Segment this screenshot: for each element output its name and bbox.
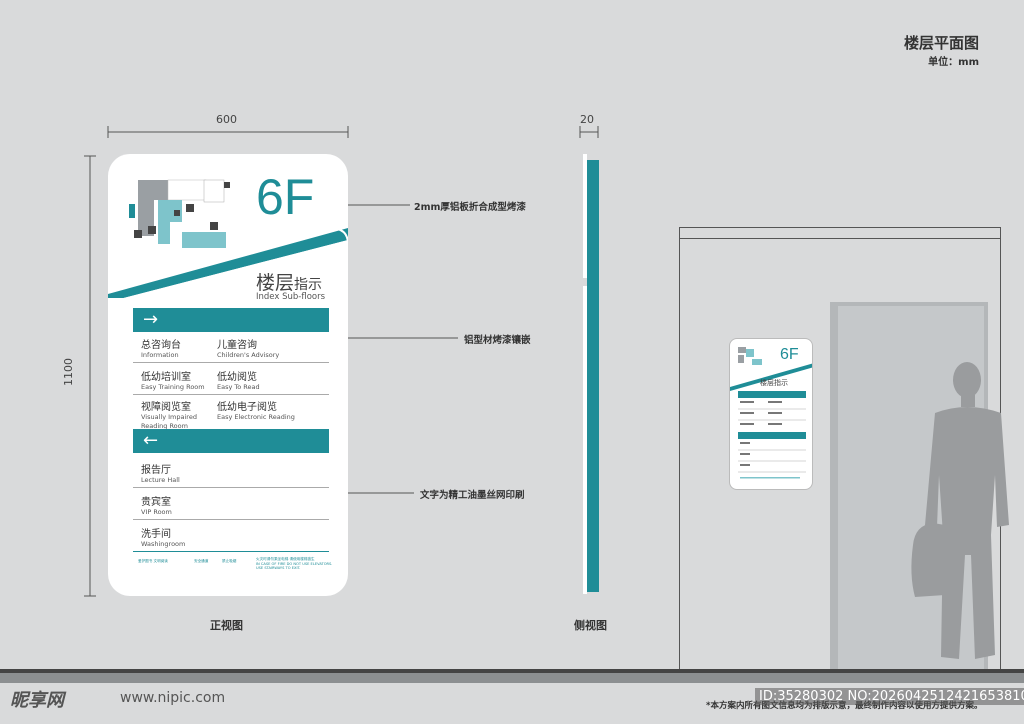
elevation-mini-sign: 6F 楼层指示 <box>729 338 813 490</box>
table-row: 洗手间 Washingroom <box>133 520 329 552</box>
callout-aluminum-plate: 2mm厚铝板折合成型烤漆 <box>414 202 526 213</box>
footer-legend-1: 爱护图书 文明阅读 <box>138 559 168 563</box>
right-arrow-bar: → <box>133 308 329 332</box>
watermark-site: www.nipic.com <box>120 690 226 706</box>
footer-legend-2: 安全通道 <box>194 559 209 563</box>
depth-dimension: 20 <box>580 113 594 126</box>
front-view-sign: 6F 楼层指示 Index Sub-floors → 总咨询台 Informati… <box>108 154 348 596</box>
table-row: 低幼培训室 Easy Training Room 低幼阅览 Easy To Read <box>133 365 329 395</box>
caption-side-view: 侧视图 <box>574 619 607 632</box>
index-title-cn: 楼层指示 <box>256 272 323 294</box>
mini-sign-graphic: 6F 楼层指示 <box>730 346 812 479</box>
wall-frame-top <box>679 227 1001 239</box>
caption-front-view: 正视图 <box>210 619 243 632</box>
table-row: 视障阅览室 Visually Impaired Reading Room 低幼电子阅… <box>141 402 295 430</box>
left-arrow-bar: ← <box>133 429 329 453</box>
height-dimension: 1100 <box>62 358 75 386</box>
ground-strip <box>0 673 1024 683</box>
callout-silk-print: 文字为精工油墨丝网印刷 <box>420 490 525 501</box>
watermark-logo: 昵享网 <box>10 690 64 711</box>
table-row: 总咨询台 Information 儿童咨询 Children's Advisory <box>133 333 329 363</box>
arrow-left-icon: ← <box>143 430 159 451</box>
side-view-teal-edge <box>587 160 599 592</box>
sign-bottom-panel: 楼层指示 Index Sub-floors → 总咨询台 Information … <box>108 272 348 596</box>
svg-text:楼层指示: 楼层指示 <box>760 378 788 387</box>
width-dimension: 600 <box>216 113 237 126</box>
footer-legend-3: 禁止吸烟 <box>222 559 237 563</box>
footer-warning-en2: USE STAIRWAYS TO EXIT. <box>256 566 301 570</box>
image-id-tag: ID:35280302 NO:20260425124216538102 <box>755 688 1024 705</box>
table-row: 贵宾室 VIP Room <box>133 488 329 520</box>
person-silhouette <box>911 362 1009 659</box>
arrow-right-icon: → <box>143 309 159 330</box>
table-row: 报告厅 Lecture Hall <box>133 456 329 488</box>
svg-text:6F: 6F <box>780 346 799 363</box>
callout-aluminum-profile: 铝型材烤漆镶嵌 <box>464 335 531 346</box>
index-title-en: Index Sub-floors <box>256 292 326 302</box>
